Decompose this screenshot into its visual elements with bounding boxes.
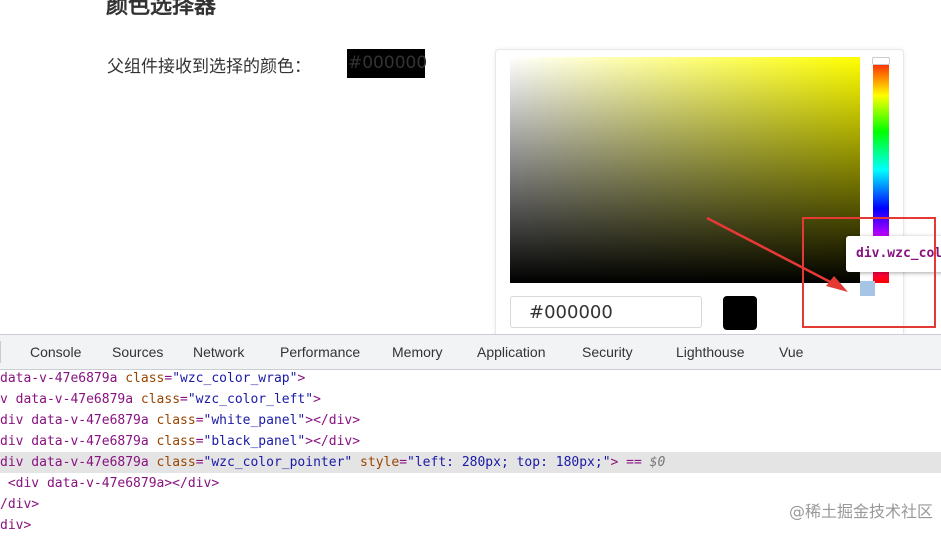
code-prefix: div> bbox=[0, 518, 32, 533]
dom-line[interactable]: div data-v-47e6879a class="black_panel">… bbox=[0, 431, 941, 452]
code-prefix: <div data-v-47e6879a></div> bbox=[0, 476, 220, 491]
code-attr: class bbox=[125, 371, 165, 386]
code-prefix: div data-v-47e6879a bbox=[0, 413, 157, 428]
dom-line[interactable]: v data-v-47e6879a class="wzc_color_left"… bbox=[0, 389, 941, 410]
dom-line-selected[interactable]: div data-v-47e6879a class="wzc_color_poi… bbox=[0, 452, 941, 473]
code-prefix: v data-v-47e6879a bbox=[0, 392, 141, 407]
dom-line[interactable]: div data-v-47e6879a class="white_panel">… bbox=[0, 410, 941, 431]
watermark: @稀土掘金技术社区 bbox=[788, 502, 933, 521]
tab-vue[interactable]: Vue bbox=[779, 344, 803, 360]
picked-color-value: #000000 bbox=[347, 49, 427, 78]
code-prefix: /div> bbox=[0, 497, 40, 512]
devtools-tab-bar: Console Sources Network Performance Memo… bbox=[0, 335, 941, 370]
code-suffix: ></div> bbox=[305, 434, 361, 449]
dom-line[interactable]: <div data-v-47e6879a></div> bbox=[0, 473, 941, 494]
code-style-attr: style bbox=[352, 455, 400, 470]
code-suffix: > == bbox=[610, 455, 650, 470]
code-value: "wzc_color_pointer" bbox=[203, 455, 353, 470]
code-prefix: div data-v-47e6879a bbox=[0, 434, 157, 449]
code-attr: class bbox=[156, 413, 196, 428]
tab-sources[interactable]: Sources bbox=[112, 344, 163, 360]
code-suffix: > bbox=[313, 392, 321, 407]
tab-application[interactable]: Application bbox=[477, 344, 546, 360]
hex-color-input[interactable] bbox=[510, 296, 702, 328]
code-value: "wzc_color_wrap" bbox=[172, 371, 298, 386]
code-prefix: data-v-47e6879a bbox=[0, 371, 126, 386]
tab-security[interactable]: Security bbox=[582, 344, 633, 360]
code-style-value: "left: 280px; top: 180px;" bbox=[407, 455, 611, 470]
code-attr: class bbox=[156, 434, 196, 449]
tab-performance[interactable]: Performance bbox=[280, 344, 360, 360]
tab-memory[interactable]: Memory bbox=[392, 344, 443, 360]
tab-console[interactable]: Console bbox=[30, 344, 81, 360]
color-swatch bbox=[723, 296, 757, 330]
tab-network[interactable]: Network bbox=[193, 344, 244, 360]
code-prefix: div data-v-47e6879a bbox=[0, 455, 157, 470]
code-attr: class bbox=[140, 392, 181, 407]
code-suffix: ></div> bbox=[305, 413, 361, 428]
code-value: "black_panel" bbox=[203, 434, 306, 449]
dom-line[interactable]: data-v-47e6879a class="wzc_color_wrap"> bbox=[0, 368, 941, 389]
annotation-box-pointer bbox=[802, 217, 936, 328]
code-attr: class bbox=[156, 455, 196, 470]
tab-divider bbox=[0, 341, 1, 363]
code-value: "white_panel" bbox=[203, 413, 306, 428]
code-suffix: > bbox=[297, 371, 306, 386]
picked-color-label: 父组件接收到选择的颜色： bbox=[107, 57, 311, 77]
console-ref: $0 bbox=[649, 455, 666, 470]
hue-slider-thumb[interactable] bbox=[872, 57, 890, 65]
page-title: 颜色选择器 bbox=[106, 0, 217, 19]
tab-lighthouse[interactable]: Lighthouse bbox=[676, 344, 745, 360]
code-value: "wzc_color_left" bbox=[187, 392, 314, 407]
